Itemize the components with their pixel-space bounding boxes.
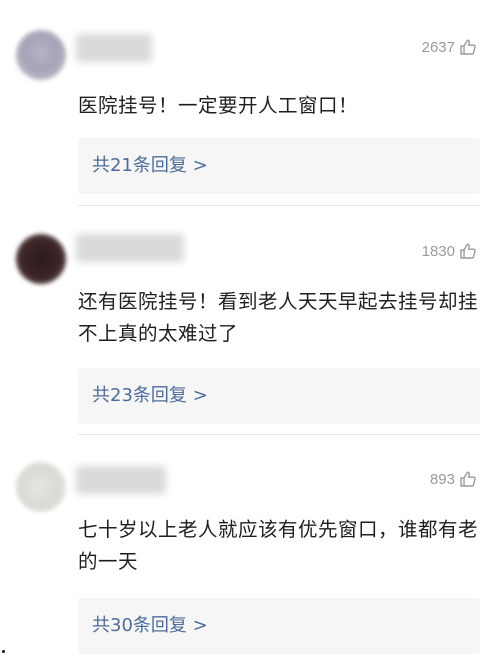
like-button[interactable]: 893 [430,470,477,488]
thumbs-up-icon [459,470,477,488]
username-blurred[interactable] [76,466,166,494]
thumbs-up-icon [459,38,477,56]
view-replies-button[interactable]: 共30条回复 > [78,598,480,654]
comment-text: 还有医院挂号！看到老人天天早起去挂号却挂不上真的太难过了 [78,290,479,345]
divider [78,434,480,435]
view-replies-button[interactable]: 共23条回复 > [78,368,480,424]
comment-text: 医院挂号！一定要开人工窗口！ [78,94,359,117]
avatar[interactable] [16,30,66,80]
username-blurred[interactable] [76,234,184,262]
thumbs-up-icon [459,242,477,260]
like-button[interactable]: 2637 [422,38,477,56]
avatar[interactable] [16,234,66,284]
like-count: 2637 [421,38,455,56]
like-button[interactable]: 1830 [422,242,477,260]
stray-dot [2,650,5,653]
like-count: 1830 [421,242,455,260]
comment-text: 七十岁以上老人就应该有优先窗口，谁都有老的一天 [78,518,479,573]
like-count: 893 [429,470,455,488]
divider [78,205,480,206]
avatar[interactable] [16,462,66,512]
view-replies-button[interactable]: 共21条回复 > [78,138,480,194]
username-blurred[interactable] [76,34,152,62]
